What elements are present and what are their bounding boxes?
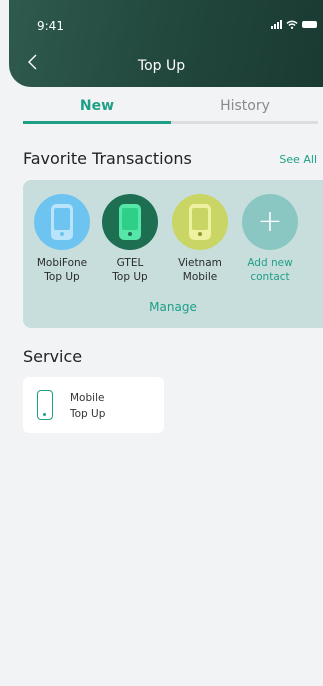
page-title: Top Up [137,58,186,74]
favorite-mobifone[interactable]: MobiFone Top Up [29,194,95,284]
wifi-icon [286,20,298,29]
tab-new[interactable]: New [23,98,171,114]
tab-history[interactable]: History [171,98,319,114]
add-contact-button[interactable]: + Add new contact [237,194,303,284]
signal-icon [271,20,282,29]
service-mobile-top-up[interactable]: Mobile Top Up [23,377,164,433]
see-all-link[interactable]: See All [279,153,317,166]
manage-link[interactable]: Manage [23,300,323,314]
status-time: 9:41 [37,19,64,33]
favorite-avatar [172,194,228,250]
app-screen: 9:41 Top Up New History Favorite Transac… [0,0,323,686]
favorite-label: MobiFone Top Up [36,257,88,283]
favorite-label: GTEL Top Up [112,257,148,283]
plus-icon: + [257,204,283,239]
favorite-gtel[interactable]: GTEL Top Up [97,194,163,284]
status-icons [271,20,317,29]
favorites-card: MobiFone Top Up GTEL Top Up Vietnam Mobi… [23,180,323,328]
service-label: Mobile Top Up [70,392,106,420]
battery-icon [302,21,317,28]
favorite-avatar [102,194,158,250]
add-contact-label: Add new contact [247,257,293,283]
add-contact-avatar: + [242,194,298,250]
phone-icon [51,204,73,240]
favorites-title: Favorite Transactions [23,149,192,168]
phone-icon [119,204,141,240]
phone-icon [189,204,211,240]
service-title: Service [23,347,83,366]
favorite-label: Vietnam Mobile [178,257,222,283]
mobile-phone-icon [37,390,53,420]
favorite-avatar [34,194,90,250]
tab-bar: New History [23,98,323,128]
favorite-vietnam-mobile[interactable]: Vietnam Mobile [167,194,233,284]
tab-indicator [23,121,171,124]
